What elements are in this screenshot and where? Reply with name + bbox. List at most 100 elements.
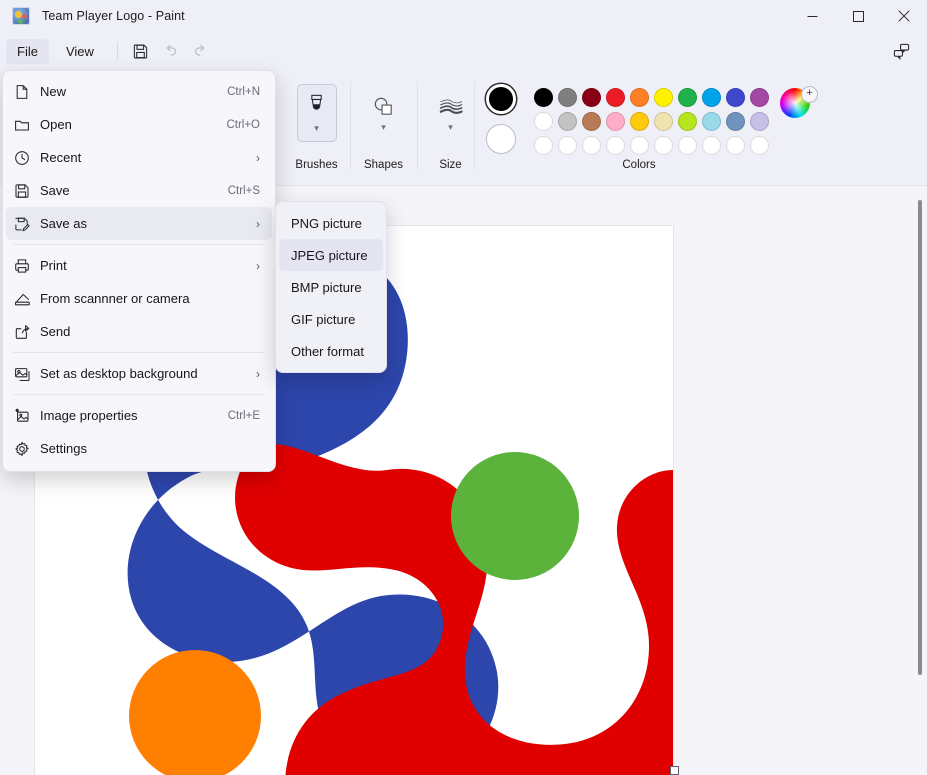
folder-open-icon [14, 115, 40, 135]
palette-swatch-r3-c4[interactable] [606, 136, 625, 155]
window-controls [789, 0, 927, 32]
save-as-item-bmp-picture[interactable]: BMP picture [279, 271, 383, 303]
palette-swatch-r1-c6[interactable] [654, 88, 673, 107]
chevron-right-icon: › [256, 258, 260, 273]
palette-swatch-r2-c9[interactable] [726, 112, 745, 131]
file-menu-item-new[interactable]: New Ctrl+N [6, 75, 272, 108]
file-menu-item-label: Image properties [40, 408, 138, 423]
maximize-button[interactable] [835, 0, 881, 32]
palette-swatch-r2-c1[interactable] [534, 112, 553, 131]
active-colors [486, 84, 516, 154]
gear-icon [14, 439, 40, 459]
shapes-label: Shapes [363, 159, 403, 171]
title-bar: Team Player Logo - Paint [0, 0, 927, 32]
palette-swatch-r2-c7[interactable] [678, 112, 697, 131]
palette-swatch-r2-c8[interactable] [702, 112, 721, 131]
save-as-item-jpeg-picture[interactable]: JPEG picture [279, 239, 383, 271]
save-as-item-gif-picture[interactable]: GIF picture [279, 303, 383, 335]
paint-window: Team Player Logo - Paint File View ▾ Bru… [0, 0, 927, 775]
palette-swatch-r3-c5[interactable] [630, 136, 649, 155]
palette-swatch-r3-c8[interactable] [702, 136, 721, 155]
new-file-icon [14, 82, 40, 102]
image-properties-icon [14, 406, 40, 426]
send-icon [14, 322, 40, 342]
palette-swatch-r1-c4[interactable] [606, 88, 625, 107]
palette-swatch-r3-c6[interactable] [654, 136, 673, 155]
palette-swatch-r3-c2[interactable] [558, 136, 577, 155]
palette-swatch-r1-c2[interactable] [558, 88, 577, 107]
palette-swatch-r1-c3[interactable] [582, 88, 601, 107]
file-menu-item-shortcut: Ctrl+N [227, 85, 260, 98]
primary-color-swatch[interactable] [486, 84, 516, 114]
palette-swatch-r2-c6[interactable] [654, 112, 673, 131]
save-button[interactable] [126, 37, 156, 65]
ribbon-group-shapes: ▾ Shapes [350, 70, 417, 185]
palette-swatch-r2-c5[interactable] [630, 112, 649, 131]
shapes-button[interactable]: ▾ [364, 84, 404, 142]
canvas-resize-handle[interactable] [670, 766, 679, 775]
file-menu-item-print[interactable]: Print › [6, 249, 272, 282]
palette-swatch-r3-c1[interactable] [534, 136, 553, 155]
file-menu-item-save[interactable]: Save Ctrl+S [6, 174, 272, 207]
file-menu-item-shortcut: Ctrl+S [227, 184, 260, 197]
copilot-icon[interactable] [885, 37, 917, 65]
redo-button[interactable] [186, 37, 216, 65]
file-menu-item-label: Save as [40, 216, 87, 231]
menubar-item-view[interactable]: View [55, 39, 105, 64]
chevron-right-icon: › [256, 216, 260, 231]
file-menu-item-label: From scannner or camera [40, 291, 190, 306]
file-menu-item-set-as-desktop-background[interactable]: Set as desktop background › [6, 357, 272, 390]
file-menu-item-image-properties[interactable]: Image properties Ctrl+E [6, 399, 272, 432]
save-as-icon [14, 214, 40, 234]
file-menu-item-shortcut: Ctrl+O [226, 118, 260, 131]
close-button[interactable] [881, 0, 927, 32]
file-menu-separator [13, 244, 265, 245]
palette-swatch-r3-c7[interactable] [678, 136, 697, 155]
ribbon-group-colors: + Colors [474, 70, 834, 185]
file-menu-item-settings[interactable]: Settings [6, 432, 272, 465]
file-menu-item-label: Open [40, 117, 72, 132]
save-as-item-png-picture[interactable]: PNG picture [279, 207, 383, 239]
undo-button[interactable] [156, 37, 186, 65]
menubar-item-file[interactable]: File [6, 38, 49, 64]
size-label: Size [439, 159, 462, 171]
vertical-scrollbar[interactable] [913, 186, 927, 775]
save-as-item-other-format[interactable]: Other format [279, 335, 383, 367]
brushes-label: Brushes [295, 159, 338, 171]
brush-icon [304, 91, 329, 123]
chevron-down-icon: ▾ [448, 122, 453, 132]
ribbon-group-brushes: ▾ Brushes [283, 70, 350, 185]
palette-swatch-r1-c10[interactable] [750, 88, 769, 107]
palette-swatch-r1-c5[interactable] [630, 88, 649, 107]
brushes-button[interactable]: ▾ [296, 84, 337, 142]
file-menu-item-recent[interactable]: Recent › [6, 141, 272, 174]
palette-swatch-r1-c9[interactable] [726, 88, 745, 107]
palette-swatch-r2-c4[interactable] [606, 112, 625, 131]
file-menu-item-send[interactable]: Send [6, 315, 272, 348]
window-title: Team Player Logo - Paint [42, 9, 185, 23]
file-menu-flyout: New Ctrl+N Open Ctrl+O Recent › Save Ctrl+S Save… [2, 70, 276, 472]
file-menu-item-label: Send [40, 324, 71, 339]
palette-swatch-r2-c10[interactable] [750, 112, 769, 131]
palette-swatch-r2-c2[interactable] [558, 112, 577, 131]
palette-swatch-r3-c3[interactable] [582, 136, 601, 155]
palette-swatch-r3-c10[interactable] [750, 136, 769, 155]
minimize-button[interactable] [789, 0, 835, 32]
palette-swatch-r1-c7[interactable] [678, 88, 697, 107]
size-button[interactable]: ▾ [431, 84, 471, 142]
clock-icon [14, 148, 40, 168]
file-menu-item-open[interactable]: Open Ctrl+O [6, 108, 272, 141]
vertical-scrollbar-thumb[interactable] [918, 200, 922, 675]
palette-swatch-r1-c8[interactable] [702, 88, 721, 107]
palette-swatch-r2-c3[interactable] [582, 112, 601, 131]
logo-green-circle [451, 452, 579, 580]
secondary-color-swatch[interactable] [486, 124, 516, 154]
file-menu-item-save-as[interactable]: Save as › [6, 207, 272, 240]
edit-colors-button[interactable]: + [780, 86, 824, 126]
paint-app-icon [12, 7, 30, 25]
palette-swatch-r3-c9[interactable] [726, 136, 745, 155]
palette-swatch-r1-c1[interactable] [534, 88, 553, 107]
file-menu-item-label: Settings [40, 441, 87, 456]
file-menu-item-from-scannner-or-camera[interactable]: From scannner or camera [6, 282, 272, 315]
menubar-divider [116, 42, 118, 60]
